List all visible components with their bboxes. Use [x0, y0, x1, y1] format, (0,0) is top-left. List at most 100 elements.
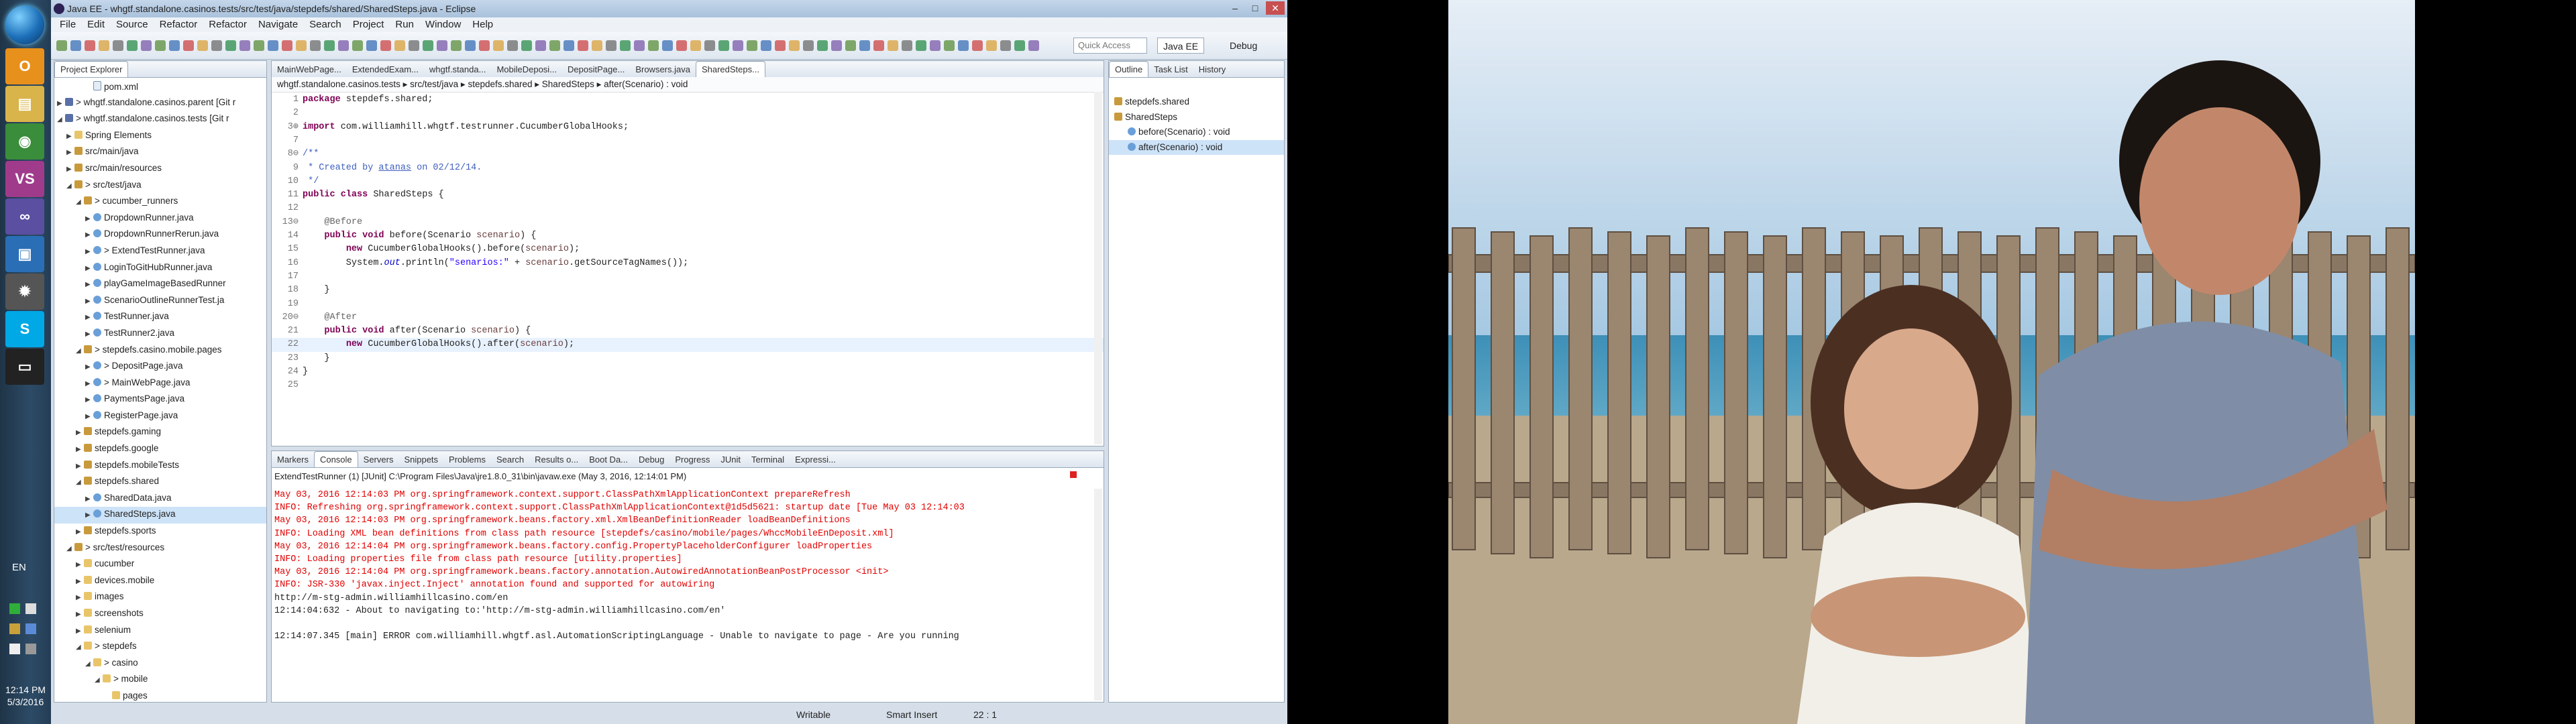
console-tab[interactable]: Problems — [443, 452, 491, 467]
toolbar-button[interactable] — [394, 40, 405, 51]
tree-item[interactable]: ▶ Spring Elements — [54, 128, 266, 145]
toolbar-button[interactable] — [324, 40, 335, 51]
taskbar-app-app5[interactable]: ∞ — [5, 198, 44, 235]
taskbar-app-outlook[interactable]: O — [5, 48, 44, 84]
taskbar-clock[interactable]: 12:14 PM 5/3/2016 — [3, 684, 48, 708]
code-line[interactable]: 12 — [272, 202, 1104, 215]
toolbar-button[interactable] — [972, 40, 983, 51]
code-line[interactable]: 3⊕ import com.williamhill.whgtf.testrunne… — [272, 121, 1104, 134]
console-tab[interactable]: Boot Da... — [584, 452, 633, 467]
toolbar-button[interactable] — [56, 40, 67, 51]
outline-item[interactable]: after(Scenario) : void — [1109, 139, 1284, 156]
taskbar-app-vs[interactable]: VS — [5, 161, 44, 197]
toolbar-button[interactable] — [352, 40, 363, 51]
expand-toggle-icon[interactable]: ▶ — [76, 624, 84, 640]
code-line[interactable]: 1 package stepdefs.shared; — [272, 93, 1104, 107]
tree-item[interactable]: ▶ selenium — [54, 623, 266, 640]
tree-item[interactable]: ▶ RegisterPage.java — [54, 408, 266, 425]
taskbar-app-cmd[interactable]: ▭ — [5, 349, 44, 385]
expand-toggle-icon[interactable]: ▶ — [76, 426, 84, 441]
toolbar-button[interactable] — [803, 40, 814, 51]
expand-toggle-icon[interactable]: ▶ — [85, 228, 93, 243]
toolbar-button[interactable] — [366, 40, 377, 51]
expand-toggle-icon[interactable]: ▶ — [66, 129, 74, 145]
code-line[interactable]: 25 — [272, 379, 1104, 392]
expand-toggle-icon[interactable]: ▶ — [66, 145, 74, 161]
tree-item[interactable]: ▶ DropdownRunner.java — [54, 210, 266, 227]
editor-tab[interactable]: DepositPage... — [562, 62, 630, 77]
code-line[interactable]: 11 public class SharedSteps { — [272, 188, 1104, 202]
toolbar-button[interactable] — [662, 40, 673, 51]
tree-item[interactable]: ▶ PaymentsPage.java — [54, 391, 266, 408]
menu-item[interactable]: Search — [309, 19, 341, 30]
code-line[interactable]: 19 — [272, 298, 1104, 311]
outline-tab[interactable]: Task List — [1148, 62, 1193, 77]
toolbar-button[interactable] — [831, 40, 842, 51]
code-line[interactable]: 7 — [272, 134, 1104, 147]
breadcrumb-item[interactable]: SharedSteps — [542, 79, 594, 89]
code-editor[interactable]: 1 package stepdefs.shared; 2 3⊕ import com.w… — [272, 92, 1104, 446]
expand-toggle-icon[interactable]: ◢ — [85, 657, 93, 672]
code-line[interactable]: 18 } — [272, 284, 1104, 297]
toolbar-button[interactable] — [197, 40, 208, 51]
toolbar-button[interactable] — [183, 40, 194, 51]
toolbar-button[interactable] — [775, 40, 786, 51]
toolbar-button[interactable] — [690, 40, 701, 51]
code-line[interactable]: 13⊖ @Before — [272, 216, 1104, 229]
console-tab[interactable]: JUnit — [715, 452, 746, 467]
expand-toggle-icon[interactable]: ▶ — [85, 492, 93, 507]
toolbar-button[interactable] — [169, 40, 180, 51]
toolbar-button[interactable] — [578, 40, 588, 51]
console-tab[interactable]: Console — [313, 451, 358, 467]
toolbar-button[interactable] — [479, 40, 490, 51]
outline-item[interactable]: stepdefs.shared — [1109, 95, 1284, 110]
expand-toggle-icon[interactable]: ▶ — [85, 410, 93, 425]
toolbar-button[interactable] — [873, 40, 884, 51]
breadcrumb-item[interactable]: stepdefs.shared — [468, 79, 532, 89]
toolbar-button[interactable] — [859, 40, 870, 51]
toolbar-button[interactable] — [535, 40, 546, 51]
toolbar-button[interactable] — [845, 40, 856, 51]
tray-icon-flag[interactable] — [9, 644, 20, 654]
toolbar-button[interactable] — [268, 40, 278, 51]
toolbar-button[interactable] — [380, 40, 391, 51]
toolbar-button[interactable] — [916, 40, 926, 51]
toolbar-button[interactable] — [944, 40, 955, 51]
code-line[interactable]: 14 public void before(Scenario scenario)… — [272, 229, 1104, 243]
tree-item[interactable]: ◢ > casino — [54, 656, 266, 672]
toolbar-button[interactable] — [704, 40, 715, 51]
expand-toggle-icon[interactable]: ▶ — [85, 508, 93, 524]
tree-item[interactable]: ◢ > whgtf.standalone.casinos.tests [Git r — [54, 111, 266, 128]
taskbar-app-app6[interactable]: ▣ — [5, 236, 44, 272]
toolbar-button[interactable] — [493, 40, 504, 51]
console-tab[interactable]: Search — [491, 452, 529, 467]
toolbar-button[interactable] — [1014, 40, 1025, 51]
toolbar-button[interactable] — [282, 40, 292, 51]
expand-toggle-icon[interactable]: ▶ — [85, 245, 93, 260]
tree-item[interactable]: ▶ TestRunner.java — [54, 309, 266, 326]
toolbar-button[interactable] — [564, 40, 574, 51]
toolbar-button[interactable] — [70, 40, 81, 51]
toolbar-button[interactable] — [239, 40, 250, 51]
terminate-icon[interactable] — [1070, 471, 1077, 478]
tree-item[interactable]: ◢ > src/test/java — [54, 178, 266, 194]
breadcrumb-item[interactable]: whgtf.standalone.casinos.tests — [277, 79, 400, 89]
menu-item[interactable]: File — [60, 19, 76, 30]
menu-item[interactable]: Source — [116, 19, 148, 30]
expand-toggle-icon[interactable]: ▶ — [85, 261, 93, 277]
toolbar-button[interactable] — [225, 40, 236, 51]
expand-toggle-icon[interactable]: ▶ — [85, 212, 93, 227]
close-icon[interactable]: ✕ — [1266, 1, 1285, 15]
tray-icon-network[interactable] — [9, 603, 20, 614]
expand-toggle-icon[interactable]: ▶ — [85, 360, 93, 375]
title-bar[interactable]: Java EE - whgtf.standalone.casinos.tests… — [51, 0, 1287, 17]
toolbar-button[interactable] — [606, 40, 616, 51]
expand-toggle-icon[interactable]: ▶ — [76, 575, 84, 590]
console-tab[interactable]: Snippets — [398, 452, 443, 467]
toolbar-button[interactable] — [310, 40, 321, 51]
code-line[interactable]: 8⊖ /** — [272, 147, 1104, 161]
tree-item[interactable]: ◢ stepdefs.shared — [54, 474, 266, 491]
tray-icon-bluetooth[interactable] — [25, 623, 36, 634]
language-indicator[interactable]: EN — [12, 562, 26, 573]
console-output[interactable]: May 03, 2016 12:14:03 PM org.springframe… — [272, 489, 1104, 702]
